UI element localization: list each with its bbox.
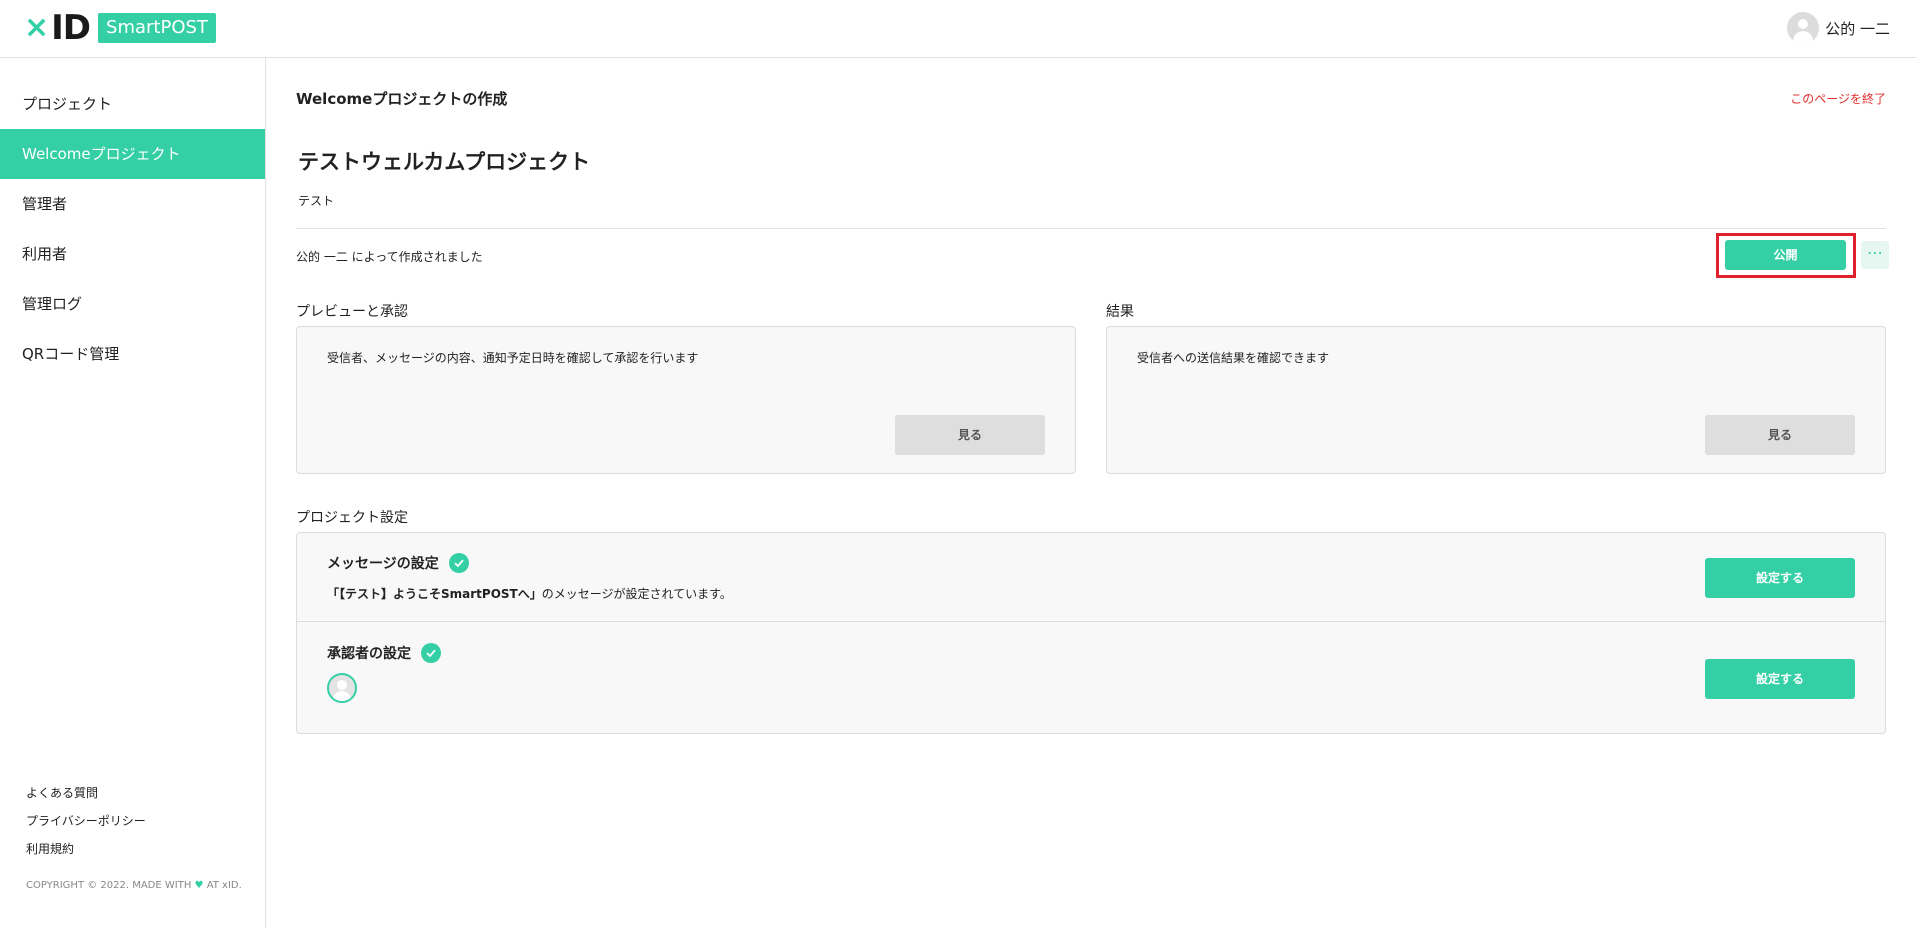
approver-configure-button[interactable]: 設定する (1705, 659, 1855, 699)
preview-description: 受信者、メッセージの内容、通知予定日時を確認して承認を行います (327, 351, 699, 365)
sidebar-item-users[interactable]: 利用者 (0, 229, 265, 279)
sidebar-item-admin-log[interactable]: 管理ログ (0, 279, 265, 329)
check-icon (421, 643, 441, 663)
user-avatar-icon (1787, 12, 1820, 44)
logo-x-mark: × (24, 10, 50, 45)
results-description: 受信者への送信結果を確認できます (1137, 351, 1330, 365)
product-badge: SmartPOST (98, 13, 216, 43)
message-setting-title: メッセージの設定 (327, 553, 469, 573)
project-description: テスト (298, 194, 335, 208)
message-setting-title-text: メッセージの設定 (327, 556, 439, 572)
approver-setting-title: 承認者の設定 (327, 643, 441, 663)
heart-icon: ♥ (194, 880, 204, 891)
preview-section-label: プレビューと承認 (296, 304, 408, 320)
page-title: Welcomeプロジェクトの作成 (296, 90, 508, 108)
publish-button[interactable]: 公開 (1725, 240, 1846, 270)
divider (296, 228, 1886, 229)
project-settings-box: メッセージの設定 「【テスト】ようこそSmartPOSTへ」のメッセージが設定さ… (296, 532, 1886, 734)
more-options-button[interactable]: ⋯ (1861, 241, 1889, 269)
copyright: COPYRIGHT © 2022. MADE WITH ♥ AT xID. (26, 880, 242, 891)
approver-setting-title-text: 承認者の設定 (327, 646, 411, 662)
terms-link[interactable]: 利用規約 (26, 840, 74, 857)
message-setting-detail: 「【テスト】ようこそSmartPOSTへ」のメッセージが設定されています。 (327, 585, 732, 602)
results-section-label: 結果 (1106, 304, 1134, 320)
check-icon (448, 553, 469, 573)
sidebar-item-admins[interactable]: 管理者 (0, 179, 265, 229)
preview-card: 受信者、メッセージの内容、通知予定日時を確認して承認を行います 見る (296, 326, 1076, 474)
faq-link[interactable]: よくある質問 (26, 784, 98, 801)
approver-avatar-icon (327, 673, 357, 703)
copyright-text-post: AT xID. (206, 880, 242, 891)
project-settings-label: プロジェクト設定 (296, 510, 408, 526)
user-menu[interactable]: 公的 一二 (1787, 12, 1890, 44)
message-title-quote: 「【テスト】ようこそSmartPOSTへ」 (327, 587, 542, 601)
results-view-button[interactable]: 見る (1705, 415, 1855, 455)
settings-divider (297, 621, 1885, 622)
created-by-text: 公的 一二 によって作成されました (296, 250, 483, 264)
copyright-text-pre: COPYRIGHT © 2022. MADE WITH (26, 880, 192, 891)
sidebar-item-welcome-project[interactable]: Welcomeプロジェクト (0, 129, 265, 179)
user-name: 公的 一二 (1825, 19, 1890, 38)
preview-view-button[interactable]: 見る (895, 415, 1045, 455)
project-name: テストウェルカムプロジェクト (298, 150, 591, 174)
sidebar-item-projects[interactable]: プロジェクト (0, 79, 265, 129)
exit-page-link[interactable]: このページを終了 (1790, 90, 1886, 107)
message-configure-button[interactable]: 設定する (1705, 558, 1855, 598)
main-content: Welcomeプロジェクトの作成 このページを終了 テストウェルカムプロジェクト… (266, 58, 1916, 928)
message-setting-suffix: のメッセージが設定されています。 (541, 587, 732, 601)
sidebar-item-qr-code[interactable]: QRコード管理 (0, 329, 265, 379)
app-logo[interactable]: × ID SmartPOST (24, 8, 216, 48)
app-header: × ID SmartPOST 公的 一二 (0, 0, 1916, 58)
logo-id-text: ID (51, 8, 91, 48)
results-card: 受信者への送信結果を確認できます 見る (1106, 326, 1886, 474)
sidebar: プロジェクト Welcomeプロジェクト 管理者 利用者 管理ログ QRコード管… (0, 58, 266, 928)
privacy-policy-link[interactable]: プライバシーポリシー (26, 812, 146, 829)
